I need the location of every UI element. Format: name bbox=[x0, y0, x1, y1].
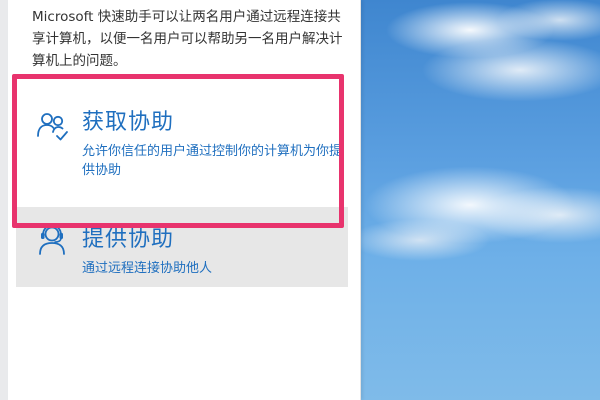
get-help-title: 获取协助 bbox=[82, 110, 175, 135]
people-check-icon bbox=[34, 108, 70, 144]
give-help-title: 提供协助 bbox=[82, 227, 175, 252]
give-help-option[interactable]: 提供协助 通过远程连接协助他人 bbox=[16, 207, 348, 287]
intro-text: Microsoft 快速助手可以让两名用户通过远程连接共享计算机，以便一名用户可… bbox=[32, 9, 343, 69]
headset-person-icon bbox=[34, 221, 70, 257]
window-left-edge bbox=[0, 0, 8, 400]
get-help-description: 允许你信任的用户通过控制你的计算机为你提供协助 bbox=[82, 144, 343, 178]
quick-assist-panel: Microsoft 快速助手可以让两名用户通过远程连接共享计算机，以便一名用户可… bbox=[8, 0, 361, 400]
get-help-option[interactable]: 获取协助 允许你信任的用户通过控制你的计算机为你提供协助 bbox=[16, 92, 348, 188]
give-help-description: 通过远程连接协助他人 bbox=[82, 261, 213, 276]
